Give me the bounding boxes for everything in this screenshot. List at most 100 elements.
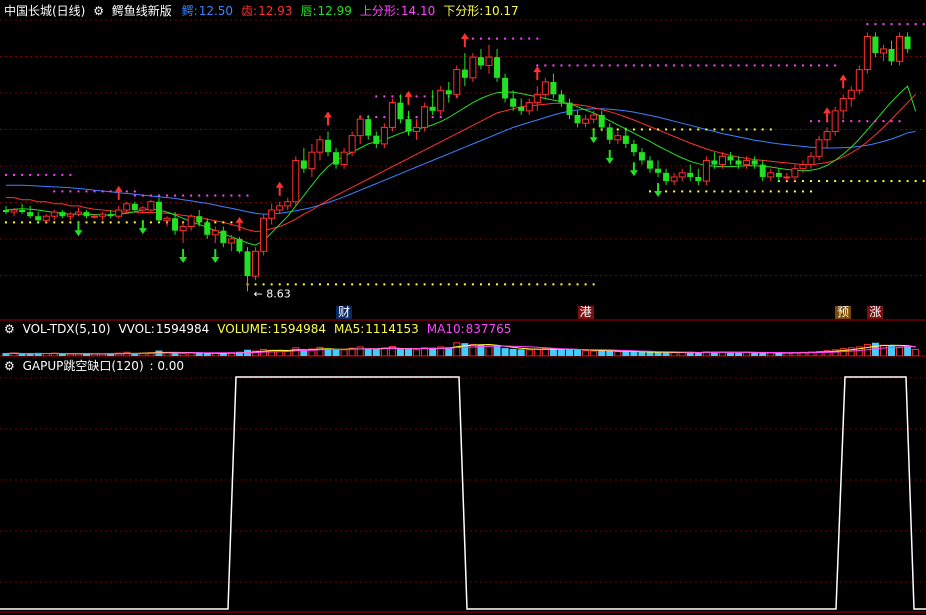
candle-body <box>268 209 276 219</box>
fractal-up-dot <box>5 173 7 176</box>
candle-body <box>388 102 396 128</box>
fractal-down-dot <box>335 283 338 286</box>
candle-body <box>663 172 670 182</box>
fractal-down-dot <box>117 221 120 224</box>
fractal-up-dot <box>109 190 112 193</box>
stock-title[interactable]: 中国长城(日线) <box>4 4 85 18</box>
candle-body <box>59 212 66 217</box>
event-tag[interactable]: 财 <box>336 306 353 319</box>
volume-bar <box>292 347 300 356</box>
candle-body <box>19 210 26 213</box>
fractal-down-dot <box>278 283 281 286</box>
candle-body <box>485 56 493 66</box>
fractal-down-dot <box>640 128 643 131</box>
fractal-up-dot <box>793 64 796 67</box>
fractal-up-dot <box>866 23 869 26</box>
candle-body <box>325 139 331 153</box>
candle-body <box>525 102 533 112</box>
volume-title[interactable]: VOL-TDX(5,10) <box>23 322 111 336</box>
volume-item: VOLUME:1594984 <box>217 322 330 336</box>
candle-body <box>236 238 243 252</box>
fractal-down-dot <box>294 283 297 286</box>
fractal-up-dot <box>101 190 104 193</box>
fractal-down-dot <box>53 221 56 224</box>
fractal-down-dot <box>793 190 796 193</box>
candle-body <box>147 201 155 211</box>
volume-label: VOLUME: <box>217 322 272 336</box>
volume-bar <box>372 348 380 356</box>
candle-body <box>196 216 203 223</box>
candle-body <box>453 69 461 95</box>
fractal-up-dot <box>391 95 394 98</box>
fractal-up-dot <box>866 120 869 123</box>
candle-body <box>494 57 501 78</box>
settings-icon[interactable]: ⚙ <box>4 359 15 373</box>
fractal-down-dot <box>810 180 812 183</box>
volume-bar <box>501 348 509 356</box>
fractal-up-dot <box>439 116 442 119</box>
settings-icon[interactable]: ⚙ <box>93 4 104 18</box>
candle-body <box>582 118 590 124</box>
gapup-title[interactable]: GAPUP跳空缺口(120) <box>23 359 144 373</box>
candle-body <box>823 131 831 141</box>
candle-body <box>461 69 468 78</box>
event-tag[interactable]: 预 <box>835 306 852 319</box>
volume-item: VVOL:1594984 <box>118 322 213 336</box>
volume-bar <box>493 346 501 356</box>
candle-body <box>99 213 107 217</box>
sell-arrow-head <box>654 190 663 197</box>
volume-bar <box>356 346 364 356</box>
candle-body <box>863 36 871 71</box>
fractal-up-dot <box>713 64 716 67</box>
candle-body <box>687 172 694 177</box>
fractal-down-dot <box>761 128 764 131</box>
fractal-down-dot <box>5 221 7 224</box>
fractal-down-dot <box>906 180 909 183</box>
fractal-up-dot <box>729 64 732 67</box>
fractal-down-dot <box>101 221 104 224</box>
fractal-up-dot <box>874 120 877 123</box>
fractal-down-dot <box>431 283 434 286</box>
fractal-up-dot <box>45 173 48 176</box>
candle-body <box>743 159 751 166</box>
event-tag[interactable]: 涨 <box>867 306 884 319</box>
buy-arrow-head <box>404 90 413 97</box>
candle-body <box>340 151 348 166</box>
volume-ma10-line <box>5 345 916 355</box>
candle-body <box>163 217 171 221</box>
fractal-down-dot <box>761 190 764 193</box>
fractal-up-dot <box>898 23 901 26</box>
volume-item: MA5:1114153 <box>334 322 423 336</box>
fractal-down-dot <box>149 221 152 224</box>
fractal-down-dot <box>673 190 676 193</box>
candle-body <box>356 118 364 137</box>
fractal-up-dot <box>890 120 893 123</box>
fractal-up-dot <box>383 116 386 119</box>
candlestick-chart[interactable]: ← 8.63 <box>0 0 926 320</box>
fractal-down-dot <box>874 180 877 183</box>
candle-body <box>655 168 662 173</box>
event-tag[interactable]: 港 <box>577 306 594 319</box>
sell-arrow-head <box>589 137 598 144</box>
sell-arrow-head <box>605 157 614 164</box>
candle-body <box>284 201 292 207</box>
fractal-up-dot <box>745 64 748 67</box>
fractal-up-dot <box>423 95 426 98</box>
gapup-chart[interactable] <box>0 356 926 612</box>
volume-bar <box>445 347 453 356</box>
fractal-up-dot <box>13 173 16 176</box>
fractal-down-dot <box>520 283 523 286</box>
fractal-up-dot <box>737 64 740 67</box>
volume-bar <box>912 348 920 356</box>
fractal-down-dot <box>552 283 555 286</box>
candle-body <box>276 205 284 211</box>
fractal-up-dot <box>61 190 64 193</box>
settings-icon[interactable]: ⚙ <box>4 322 15 336</box>
fractal-down-dot <box>898 180 901 183</box>
indicator-item: 下分形:10.17 <box>443 4 522 18</box>
indicator-name[interactable]: 鳄鱼线新版 <box>112 4 172 18</box>
candle-body <box>702 159 710 182</box>
volume-item: MA10:837765 <box>427 322 516 336</box>
fractal-down-dot <box>407 283 410 286</box>
fractal-down-dot <box>842 180 845 183</box>
